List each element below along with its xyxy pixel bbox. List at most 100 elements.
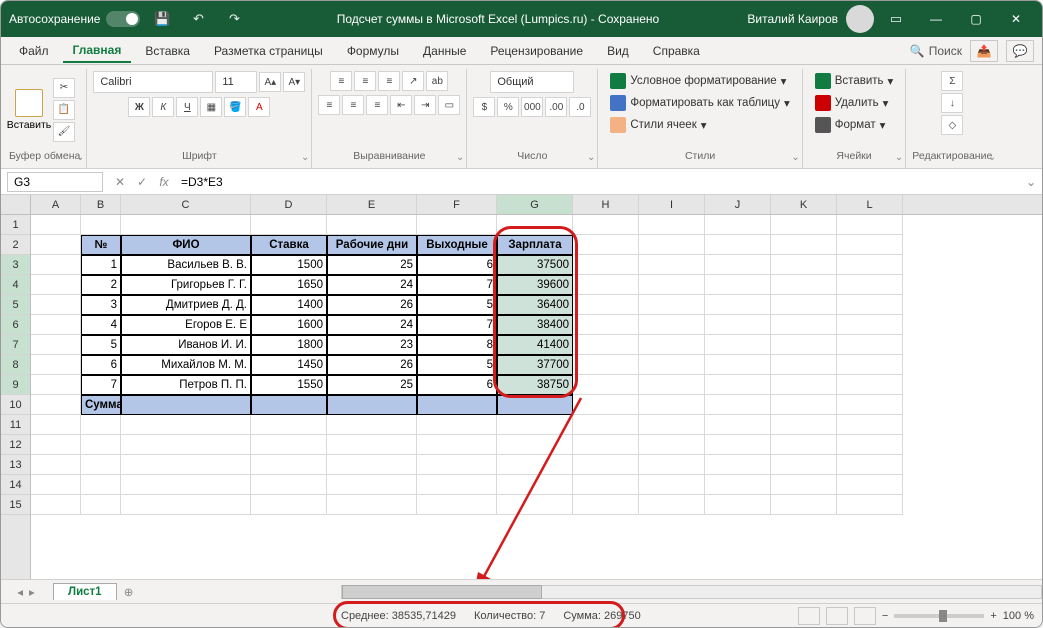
cell-H1[interactable] (573, 215, 639, 235)
cell-I12[interactable] (639, 435, 705, 455)
cell-F3[interactable]: 6 (417, 255, 497, 275)
zoom-slider[interactable] (894, 614, 984, 618)
row-header-15[interactable]: 15 (1, 495, 30, 515)
cell-I15[interactable] (639, 495, 705, 515)
cell-I10[interactable] (639, 395, 705, 415)
cell-L1[interactable] (837, 215, 903, 235)
cell-B11[interactable] (81, 415, 121, 435)
col-header-K[interactable]: K (771, 195, 837, 214)
cell-C13[interactable] (121, 455, 251, 475)
cell-A9[interactable] (31, 375, 81, 395)
cell-G10[interactable] (497, 395, 573, 415)
cell-I6[interactable] (639, 315, 705, 335)
cell-B4[interactable]: 2 (81, 275, 121, 295)
underline-button[interactable]: Ч (176, 97, 198, 117)
cell-L9[interactable] (837, 375, 903, 395)
cell-I11[interactable] (639, 415, 705, 435)
cell-I8[interactable] (639, 355, 705, 375)
cell-J15[interactable] (705, 495, 771, 515)
cell-C8[interactable]: Михайлов М. М. (121, 355, 251, 375)
row-header-3[interactable]: 3 (1, 255, 30, 275)
formula-input[interactable] (175, 175, 1020, 189)
percent-icon[interactable]: % (497, 97, 519, 117)
cell-C12[interactable] (121, 435, 251, 455)
cell-A8[interactable] (31, 355, 81, 375)
cell-F15[interactable] (417, 495, 497, 515)
row-header-10[interactable]: 10 (1, 395, 30, 415)
align-top-icon[interactable]: ≡ (330, 71, 352, 91)
cell-B10[interactable]: Сумма (81, 395, 121, 415)
cell-I13[interactable] (639, 455, 705, 475)
cell-L3[interactable] (837, 255, 903, 275)
fx-icon[interactable]: fx (153, 175, 175, 189)
cell-G9[interactable]: 38750 (497, 375, 573, 395)
format-as-table-button[interactable]: Форматировать как таблицу▾ (604, 93, 795, 113)
cell-J7[interactable] (705, 335, 771, 355)
tab-insert[interactable]: Вставка (135, 40, 200, 62)
cell-J9[interactable] (705, 375, 771, 395)
cell-F5[interactable]: 5 (417, 295, 497, 315)
row-header-6[interactable]: 6 (1, 315, 30, 335)
cell-A10[interactable] (31, 395, 81, 415)
add-sheet-button[interactable]: ⊕ (117, 585, 141, 599)
save-icon[interactable]: 💾 (148, 5, 176, 33)
cell-J13[interactable] (705, 455, 771, 475)
cell-I9[interactable] (639, 375, 705, 395)
zoom-out-button[interactable]: − (882, 610, 888, 622)
font-size-select[interactable]: 11 (215, 71, 257, 93)
insert-cells-button[interactable]: Вставить▾ (809, 71, 900, 91)
name-box[interactable] (7, 172, 103, 192)
cell-H3[interactable] (573, 255, 639, 275)
cell-E10[interactable] (327, 395, 417, 415)
cell-B7[interactable]: 5 (81, 335, 121, 355)
cell-C6[interactable]: Егоров Е. Е (121, 315, 251, 335)
cell-A4[interactable] (31, 275, 81, 295)
cell-L6[interactable] (837, 315, 903, 335)
cell-K5[interactable] (771, 295, 837, 315)
enter-formula-icon[interactable]: ✓ (131, 175, 153, 189)
cell-B5[interactable]: 3 (81, 295, 121, 315)
align-left-icon[interactable]: ≡ (318, 95, 340, 115)
cell-F14[interactable] (417, 475, 497, 495)
tab-formulas[interactable]: Формулы (337, 40, 409, 62)
cell-E13[interactable] (327, 455, 417, 475)
cancel-formula-icon[interactable]: ✕ (109, 175, 131, 189)
cell-F9[interactable]: 6 (417, 375, 497, 395)
cell-F1[interactable] (417, 215, 497, 235)
number-format-select[interactable]: Общий (490, 71, 574, 93)
delete-cells-button[interactable]: Удалить▾ (809, 93, 895, 113)
comma-icon[interactable]: 000 (521, 97, 543, 117)
autosave-toggle[interactable] (106, 11, 140, 27)
wrap-text-icon[interactable]: ab (426, 71, 448, 91)
cell-K15[interactable] (771, 495, 837, 515)
horizontal-scrollbar[interactable] (341, 585, 1042, 599)
cell-D7[interactable]: 1800 (251, 335, 327, 355)
spreadsheet-grid[interactable]: A B C D E F G H I J K L 1234567891011121… (1, 195, 1042, 579)
cell-D1[interactable] (251, 215, 327, 235)
col-header-B[interactable]: B (81, 195, 121, 214)
cell-C15[interactable] (121, 495, 251, 515)
cell-E12[interactable] (327, 435, 417, 455)
cell-B1[interactable] (81, 215, 121, 235)
cell-E5[interactable]: 26 (327, 295, 417, 315)
cell-K8[interactable] (771, 355, 837, 375)
cell-L12[interactable] (837, 435, 903, 455)
cell-E4[interactable]: 24 (327, 275, 417, 295)
cell-H12[interactable] (573, 435, 639, 455)
cell-E2[interactable]: Рабочие дни (327, 235, 417, 255)
cell-K4[interactable] (771, 275, 837, 295)
cell-L2[interactable] (837, 235, 903, 255)
cell-G13[interactable] (497, 455, 573, 475)
cell-L8[interactable] (837, 355, 903, 375)
cell-E15[interactable] (327, 495, 417, 515)
cell-F8[interactable]: 5 (417, 355, 497, 375)
cell-G12[interactable] (497, 435, 573, 455)
cell-C5[interactable]: Дмитриев Д. Д. (121, 295, 251, 315)
normal-view-button[interactable] (798, 607, 820, 625)
cell-K12[interactable] (771, 435, 837, 455)
cell-I14[interactable] (639, 475, 705, 495)
tab-view[interactable]: Вид (597, 40, 639, 62)
cell-A12[interactable] (31, 435, 81, 455)
tab-file[interactable]: Файл (9, 40, 59, 62)
row-header-8[interactable]: 8 (1, 355, 30, 375)
